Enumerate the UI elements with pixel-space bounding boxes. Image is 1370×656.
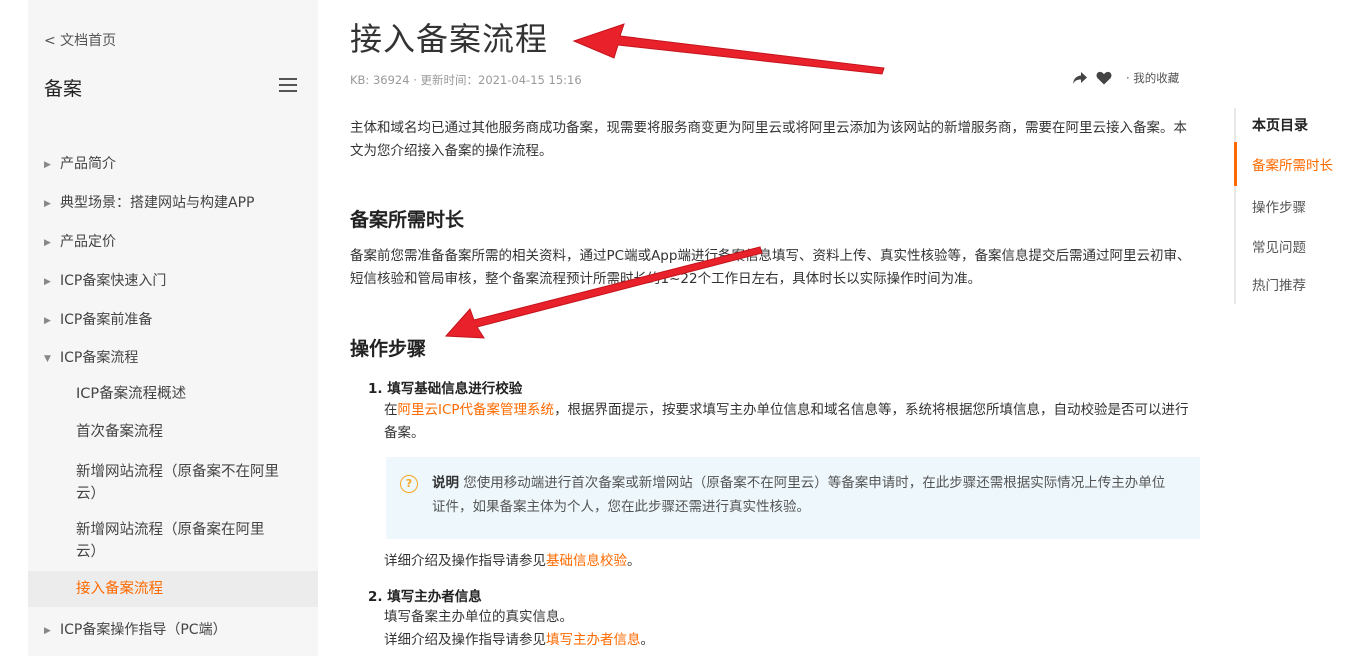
sidebar-item-pricing[interactable]: ▶ 产品定价 [44,231,116,251]
sidebar-subitem-new-site-outside[interactable]: 新增网站流程（原备案不在阿里云） [76,461,286,505]
help-question-icon: ? [400,475,418,493]
sidebar-item-pc-guide[interactable]: ▶ ICP备案操作指导（PC端） [44,619,227,639]
caret-right-icon: ▶ [44,277,51,287]
caret-right-icon: ▶ [44,316,51,326]
note-label: 说明 [432,475,459,491]
text-segment: 详细介绍及操作指导请参见 [384,632,546,648]
text-segment: 详细介绍及操作指导请参见 [384,553,546,569]
sidebar-item-label: 产品定价 [60,234,116,250]
article-meta: KB: 36924 · 更新时间：2021-04-15 15:16 [350,73,582,87]
text-segment: 。 [640,632,655,648]
back-to-docs-link[interactable]: < 文档首页 [44,30,116,50]
sidebar-item-scenarios[interactable]: ▶ 典型场景：搭建网站与构建APP [44,192,254,212]
toc-item-duration[interactable]: 备案所需时长 [1252,154,1333,174]
note-body: 您使用移动端进行首次备案或新增网站（原备案不在阿里云）等备案申请时，在此步骤还需… [432,475,1166,515]
sidebar-subitem-access-filing[interactable]: 接入备案流程 [76,578,286,600]
text-segment: 在 [384,402,398,418]
sidebar-subitem-new-site-inside[interactable]: 新增网站流程（原备案在阿里云） [76,519,286,563]
step2-detail: 详细介绍及操作指导请参见填写主办者信息。 [384,629,1199,652]
sponsor-info-link[interactable]: 填写主办者信息 [546,632,641,648]
caret-right-icon: ▶ [44,626,51,636]
sidebar-item-preparation[interactable]: ▶ ICP备案前准备 [44,309,152,329]
sidebar-item-label: 典型场景：搭建网站与构建APP [60,195,255,211]
section-heading-duration: 备案所需时长 [350,209,465,231]
step2-text: 填写备案主办单位的真实信息。 [384,609,573,625]
section-heading-steps: 操作步骤 [350,338,427,360]
caret-right-icon: ▶ [44,199,51,209]
caret-down-icon: ▼ [44,354,51,364]
step1-title: 1. 填写基础信息进行校验 [368,381,523,397]
arrow-to-title [572,23,885,75]
my-favorites-link[interactable]: · 我的收藏 [1126,70,1179,86]
intro-paragraph: 主体和域名均已通过其他服务商成功备案，现需要将服务商变更为阿里云或将阿里云添加为… [350,120,1187,159]
table-of-contents: 本页目录 备案所需时长 操作步骤 常见问题 热门推荐 [1234,108,1370,304]
sidebar-item-product-intro[interactable]: ▶ 产品简介 [44,153,116,173]
step2-title: 2. 填写主办者信息 [368,589,482,605]
icp-management-system-link[interactable]: 阿里云ICP代备案管理系统 [398,402,555,418]
note-box: ? 说明 您使用移动端进行首次备案或新增网站（原备案不在阿里云）等备案申请时，在… [386,457,1200,539]
basic-info-check-link[interactable]: 基础信息校验 [546,553,627,569]
sidebar-item-label: ICP备案流程 [60,350,139,366]
sidebar-title: 备案 [44,78,83,100]
hamburger-menu-icon[interactable] [279,78,297,92]
duration-paragraph: 备案前您需准备备案所需的相关资料，通过PC端或App端进行备案信息填写、资料上传… [350,248,1191,287]
sidebar-item-label: ICP备案前准备 [60,312,153,328]
sidebar-item-label: 产品简介 [60,156,116,172]
sidebar-item-label: ICP备案操作指导（PC端） [60,622,227,638]
toc-item-steps[interactable]: 操作步骤 [1252,196,1306,216]
caret-right-icon: ▶ [44,238,51,248]
sidebar-subitem-first-filing[interactable]: 首次备案流程 [76,421,286,443]
caret-right-icon: ▶ [44,160,51,170]
step1-detail: 详细介绍及操作指导请参见基础信息校验。 [384,550,1199,573]
note-text: 说明 您使用移动端进行首次备案或新增网站（原备案不在阿里云）等备案申请时，在此步… [432,471,1172,519]
step1-text: 在阿里云ICP代备案管理系统，根据界面提示，按要求填写主办单位信息和域名信息等，… [384,399,1199,445]
heart-icon[interactable] [1096,71,1112,85]
toc-item-recommended[interactable]: 热门推荐 [1252,274,1306,294]
toc-active-indicator [1234,142,1237,186]
sidebar-item-icp-process[interactable]: ▼ ICP备案流程 [44,347,138,367]
article-actions: · 我的收藏 [1072,70,1179,86]
toc-item-faq[interactable]: 常见问题 [1252,236,1306,256]
page-title: 接入备案流程 [350,20,549,58]
sidebar-item-label: ICP备案快速入门 [60,273,167,289]
sidebar-item-quickstart[interactable]: ▶ ICP备案快速入门 [44,270,166,290]
text-segment: 。 [627,553,641,569]
toc-title: 本页目录 [1252,118,1308,134]
sidebar: < 文档首页 备案 ▶ 产品简介 ▶ 典型场景：搭建网站与构建APP ▶ 产品定价 ▶… [28,0,318,656]
sidebar-subitem-overview[interactable]: ICP备案流程概述 [76,383,286,405]
share-icon[interactable] [1072,71,1088,85]
